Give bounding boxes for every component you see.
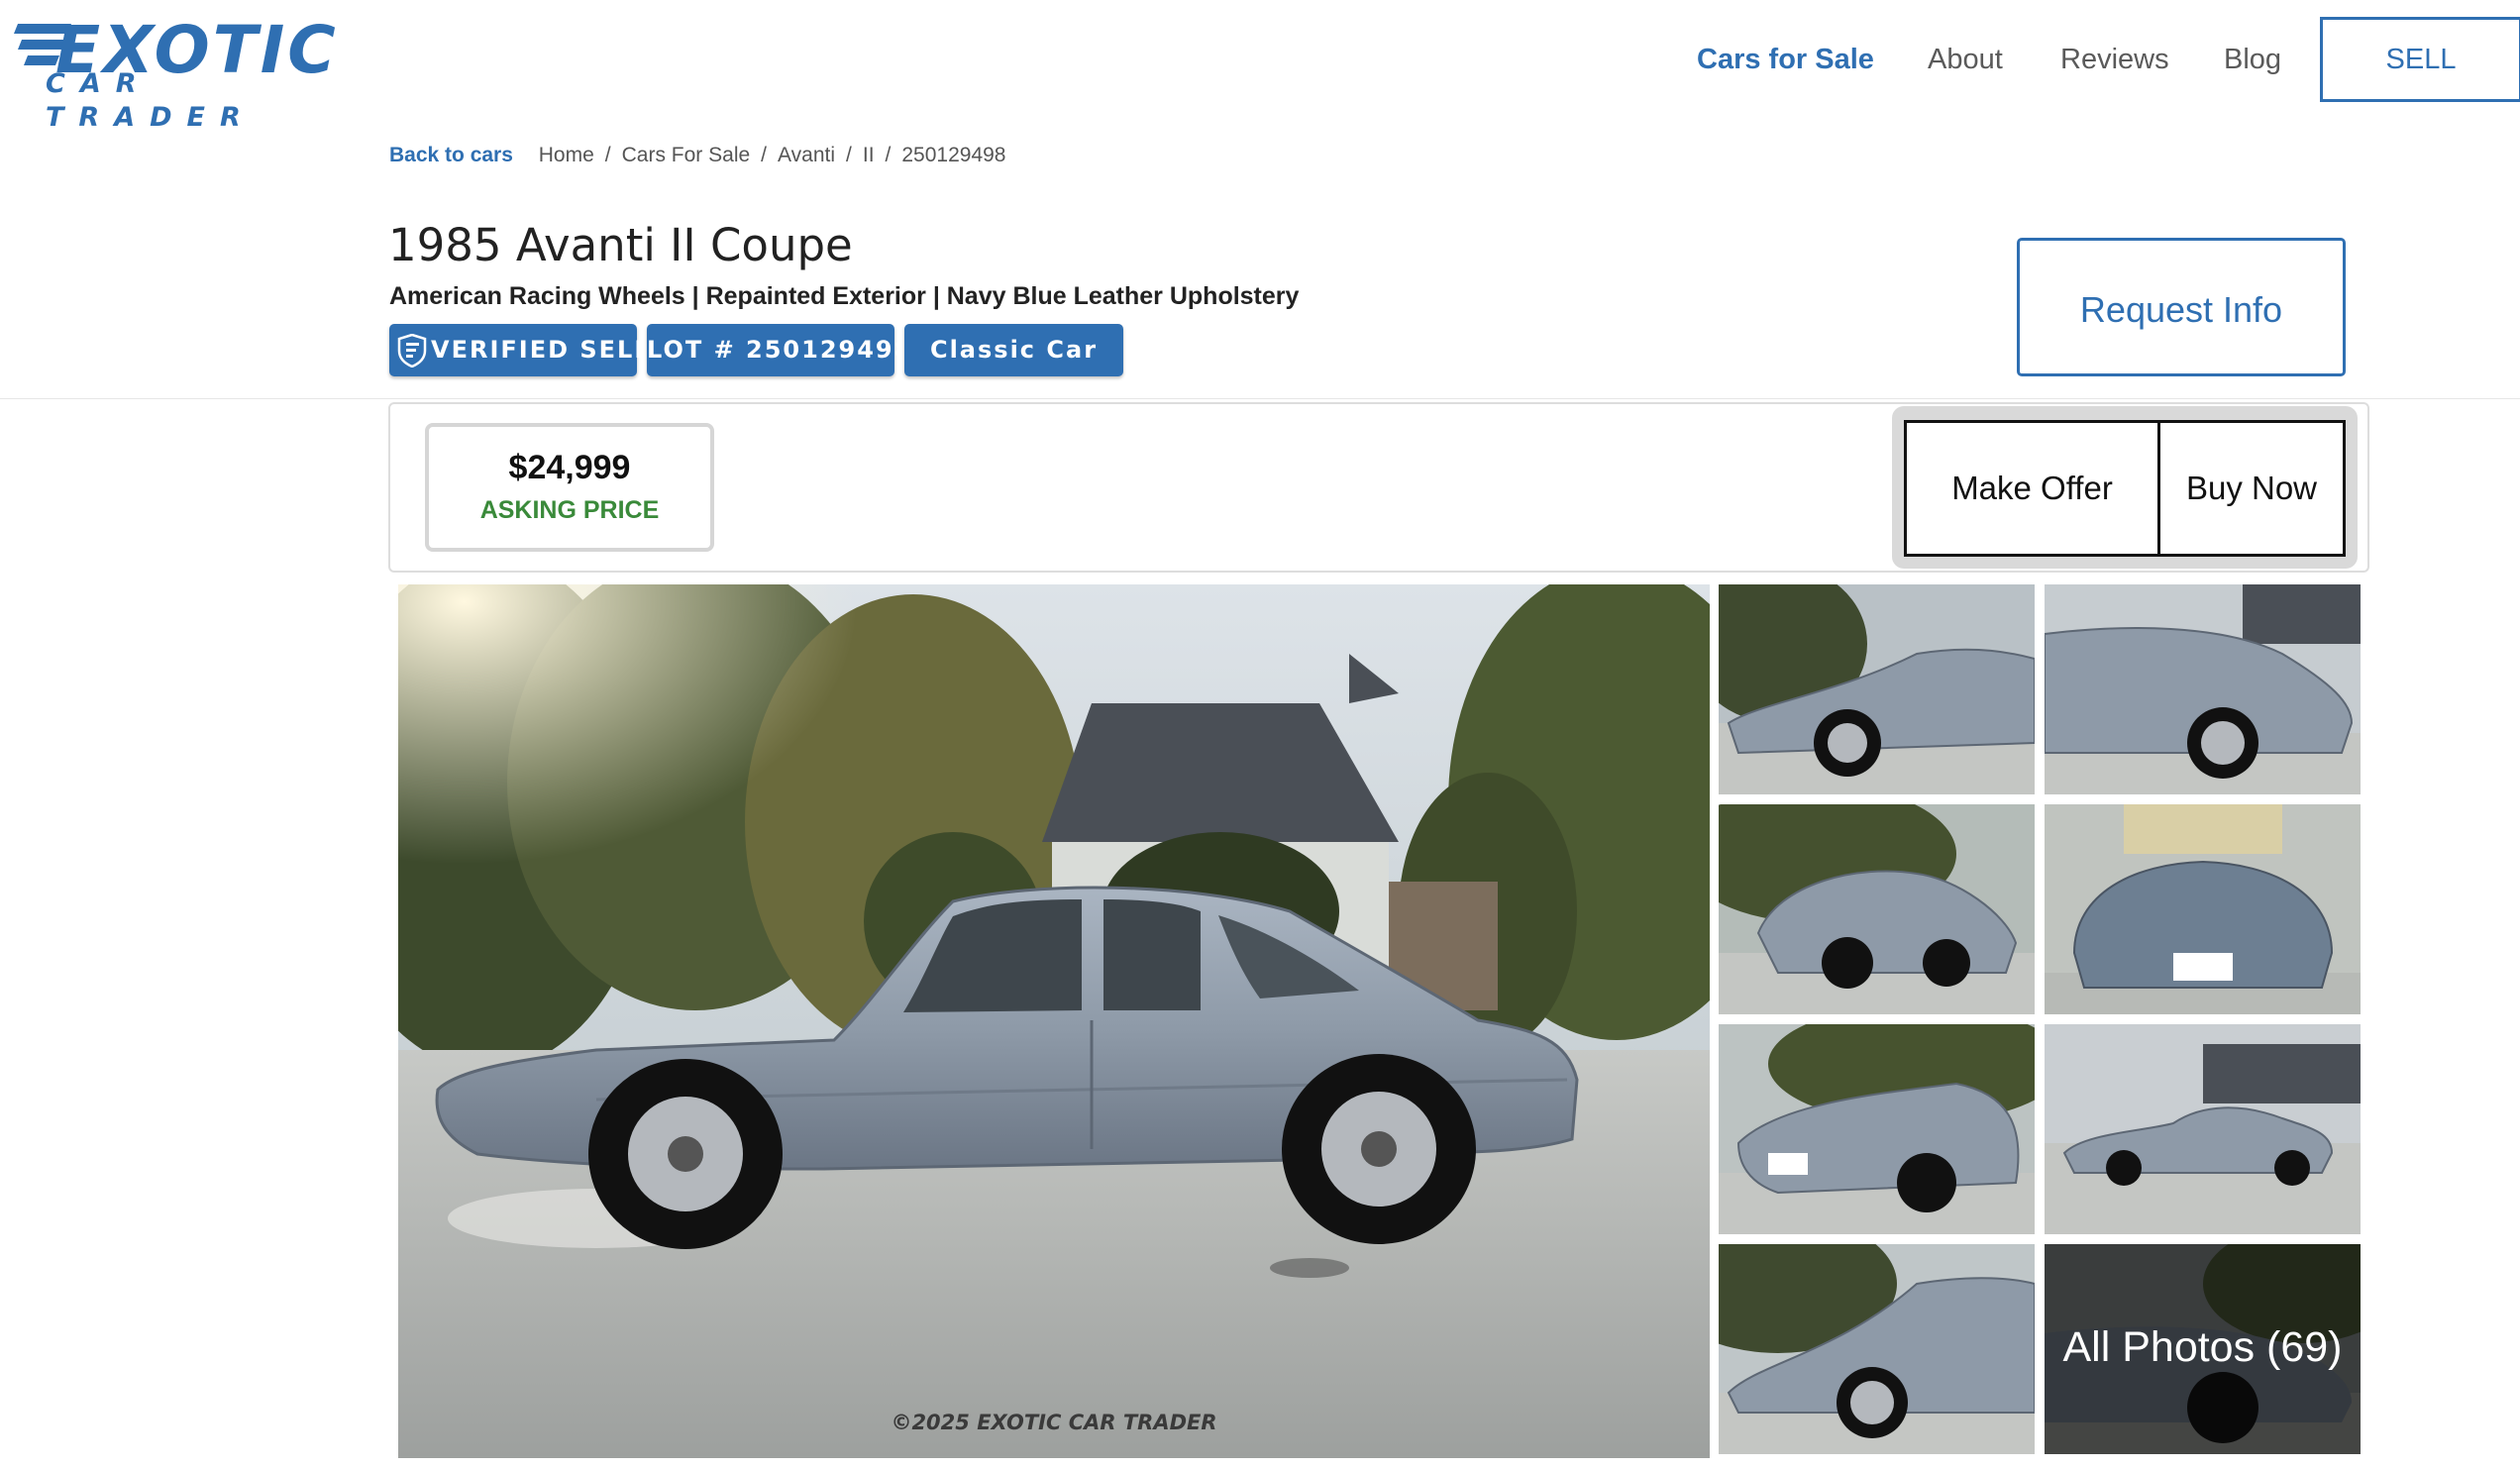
asking-price-label: ASKING PRICE [479,496,660,524]
nav-about[interactable]: About [1928,40,2003,79]
gallery-thumbnail[interactable] [1719,804,2035,1014]
car-photo-thumbnail [1719,1244,2035,1454]
lot-number-badge: LOT # 250129498 [647,324,910,376]
gallery-thumbnail[interactable] [1719,1244,2035,1454]
photo-watermark: ©2025 EXOTIC CAR TRADER [891,1411,1217,1434]
car-photo-thumbnail [1719,1024,2035,1234]
nav-cars-for-sale[interactable]: Cars for Sale [1697,40,1874,79]
all-photos-label: All Photos (69) [2062,1323,2343,1371]
main-car-photo[interactable]: ©2025 EXOTIC CAR TRADER [398,584,1710,1458]
breadcrumb-separator: / [604,144,611,166]
asking-price-box: $24,999 ASKING PRICE [425,423,714,552]
divider [0,398,2520,399]
make-offer-button[interactable]: Make Offer [1904,420,2160,557]
breadcrumb: Back to cars Home / Cars For Sale / Avanti / I… [389,142,1006,169]
car-photo-thumbnail [1719,804,2035,1014]
breadcrumb-lot: 250129498 [901,144,1006,166]
sell-button[interactable]: SELL [2320,17,2520,102]
breadcrumb-separator: / [761,144,768,166]
breadcrumb-home[interactable]: Home [539,144,594,166]
gallery-thumbnail[interactable] [2045,584,2361,794]
asking-price-value: $24,999 [508,449,631,486]
breadcrumb-cars-for-sale[interactable]: Cars For Sale [622,144,751,166]
car-photo-thumbnail [2045,584,2361,794]
breadcrumb-model[interactable]: II [863,144,875,166]
all-photos-button[interactable]: All Photos (69) [2045,1244,2361,1454]
breadcrumb-separator: / [846,144,852,166]
breadcrumb-make[interactable]: Avanti [778,144,835,166]
classic-car-badge[interactable]: Classic Car [904,324,1123,376]
gallery-thumbnail[interactable] [2045,1024,2361,1234]
shield-icon [397,334,427,368]
logo-tagline: CAR TRADER [46,68,256,133]
site-logo[interactable]: EXOTIC CAR TRADER [14,18,341,133]
gallery-thumbnail[interactable] [1719,1024,2035,1234]
car-photo-thumbnail [2045,1024,2361,1234]
gallery-thumbnail[interactable] [1719,584,2035,794]
back-to-cars-link[interactable]: Back to cars [389,144,513,166]
nav-reviews[interactable]: Reviews [2060,40,2169,79]
car-photo-thumbnail [1719,584,2035,794]
verified-seller-badge: VERIFIED SELLER [389,324,688,376]
buy-now-button[interactable]: Buy Now [2157,420,2346,557]
car-side-profile-image [398,584,1710,1458]
nav-blog[interactable]: Blog [2224,40,2281,79]
gallery-thumbnail[interactable] [2045,804,2361,1014]
car-photo-thumbnail [2045,804,2361,1014]
breadcrumb-separator: / [885,144,892,166]
listing-highlights: American Racing Wheels | Repainted Exter… [389,282,1300,310]
listing-title: 1985 Avanti II Coupe [388,219,853,271]
request-info-button[interactable]: Request Info [2017,238,2346,376]
